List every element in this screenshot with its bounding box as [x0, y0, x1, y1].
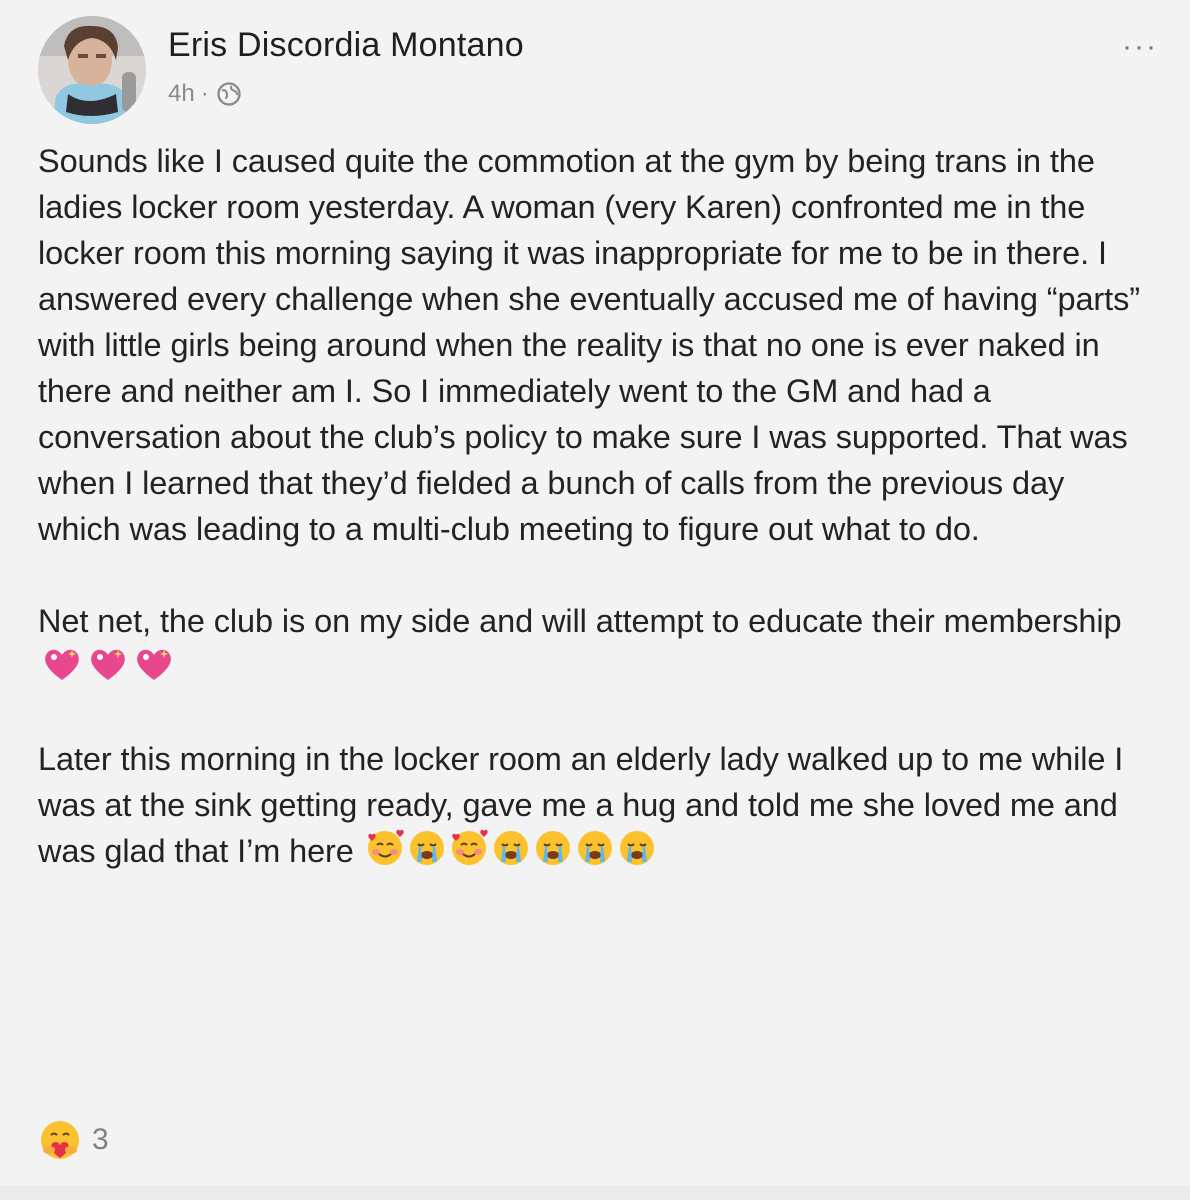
post-header: Eris Discordia Montano 4h · ··· — [38, 16, 1158, 126]
loudly-crying-face-emoji — [491, 828, 531, 868]
sparkling-heart-emoji — [40, 644, 84, 684]
reaction-summary[interactable]: 3 — [38, 1118, 109, 1162]
facebook-post: Eris Discordia Montano 4h · ··· Sounds l… — [0, 0, 1190, 1200]
sparkling-heart-emoji — [86, 644, 130, 684]
avatar-image — [38, 16, 146, 124]
globe-icon — [217, 82, 241, 106]
post-body: Sounds like I caused quite the commotion… — [38, 138, 1148, 874]
post-paragraph-2: Net net, the club is on my side and will… — [38, 598, 1148, 690]
more-options-button[interactable]: ··· — [1122, 30, 1158, 64]
post-paragraph-1: Sounds like I caused quite the commotion… — [38, 143, 1140, 547]
loudly-crying-face-emoji — [533, 828, 573, 868]
smiling-face-with-hearts-emoji — [365, 828, 405, 868]
divider — [0, 1186, 1190, 1200]
post-paragraph-2-text: Net net, the club is on my side and will… — [38, 603, 1122, 639]
timestamp[interactable]: 4h — [168, 80, 195, 108]
avatar[interactable] — [38, 16, 146, 124]
loudly-crying-face-emoji — [407, 828, 447, 868]
smiling-face-with-hearts-emoji — [449, 828, 489, 868]
post-paragraph-3: Later this morning in the locker room an… — [38, 736, 1148, 874]
loudly-crying-face-emoji — [617, 828, 657, 868]
sparkling-heart-emoji — [132, 644, 176, 684]
loudly-crying-face-emoji — [575, 828, 615, 868]
care-reaction-icon — [38, 1118, 82, 1162]
author-name[interactable]: Eris Discordia Montano — [168, 26, 524, 65]
post-meta: 4h · — [168, 80, 243, 108]
meta-separator: · — [200, 80, 209, 107]
reaction-count: 3 — [92, 1123, 109, 1156]
